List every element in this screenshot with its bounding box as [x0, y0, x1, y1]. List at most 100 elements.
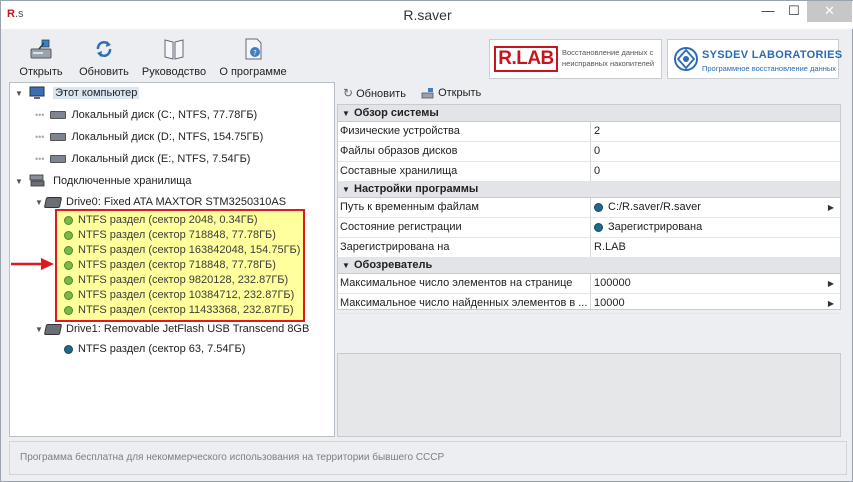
local-disk-icon [50, 155, 67, 164]
tree-item-label: Локальный диск (D:, NTFS, 154.75ГБ) [71, 131, 264, 143]
expand-arrow-icon[interactable]: ▶ [828, 294, 834, 313]
local-disk-icon [50, 111, 67, 120]
details-toolbar: ↻ Обновить Открыть [337, 83, 841, 103]
tree-item-connected-storages[interactable]: ▼ Подключенные хранилища [15, 172, 191, 190]
tree-item-local-disk-e[interactable]: ••• Локальный диск (E:, NTFS, 7.54ГБ) [35, 150, 250, 168]
section-title: Настройки программы [354, 183, 479, 195]
tree-item-drive1[interactable]: ▼ Drive1: Removable JetFlash USB Transcen… [35, 320, 309, 338]
property-key: Путь к временным файлам [340, 201, 479, 213]
computer-icon [29, 86, 45, 100]
partition-status-icon [64, 245, 73, 255]
sysdev-name: SYSDEV LABORATORIES [702, 49, 843, 61]
section-title: Обзор системы [354, 107, 439, 119]
rlab-logo-banner[interactable]: R.LAB Восстановление данных с неисправны… [489, 39, 662, 79]
rlab-brand-mark: R.LAB [494, 46, 558, 72]
property-value: 100000 [594, 277, 631, 289]
usb-drive-icon [43, 323, 63, 335]
tree-item-local-disk-c[interactable]: ••• Локальный диск (C:, NTFS, 77.78ГБ) [35, 106, 257, 124]
tree-item-this-computer[interactable]: ▼ Этот компьютер [15, 84, 140, 103]
section-explorer[interactable]: ▼ Обозреватель [338, 257, 840, 274]
property-value: 2 [594, 125, 601, 137]
temp-path-icon [594, 202, 603, 212]
tree-connector: ••• [35, 132, 45, 142]
close-button[interactable]: ✕ [807, 1, 852, 22]
property-value-text: Зарегистрирована [608, 221, 703, 233]
partition-item[interactable]: NTFS раздел (сектор 9820128, 232.87ГБ) [64, 273, 288, 288]
property-row[interactable]: Максимальное число найденных элементов в… [338, 294, 840, 314]
partition-item[interactable]: NTFS раздел (сектор 718848, 77.78ГБ) [64, 228, 276, 243]
minimize-button[interactable]: — [755, 1, 781, 22]
property-row[interactable]: Путь к временным файлам C:/R.saver/R.sav… [338, 198, 840, 218]
refresh-icon: ↻ [343, 86, 354, 100]
expand-arrow-icon[interactable]: ▶ [828, 198, 834, 217]
details-open-button[interactable]: Открыть [421, 85, 481, 101]
property-row[interactable]: Файлы образов дисков 0 [338, 142, 840, 162]
open-button-label: Открыть [19, 66, 63, 78]
refresh-button[interactable]: Обновить [73, 37, 135, 81]
tree-item-usb-partition[interactable]: NTFS раздел (сектор 63, 7.54ГБ) [64, 340, 245, 358]
partition-status-icon [64, 215, 73, 225]
hard-drive-icon [43, 196, 63, 208]
tree-item-label: NTFS раздел (сектор 63, 7.54ГБ) [78, 343, 246, 355]
local-disk-icon [50, 133, 67, 142]
partition-status-icon [64, 305, 73, 315]
tree-connector: ••• [35, 110, 45, 120]
open-drive-icon [30, 39, 52, 59]
section-program-settings[interactable]: ▼ Настройки программы [338, 181, 840, 198]
property-key: Состояние регистрации [340, 221, 462, 233]
partition-label: NTFS раздел (сектор 163842048, 154.75ГБ) [78, 244, 301, 256]
section-collapse-icon[interactable]: ▼ [338, 182, 354, 198]
property-value: 0 [594, 165, 601, 177]
section-collapse-icon[interactable]: ▼ [338, 106, 354, 122]
about-button[interactable]: ? О программе [215, 37, 291, 81]
tree-connector: ••• [35, 154, 45, 164]
tree-item-local-disk-d[interactable]: ••• Локальный диск (D:, NTFS, 154.75ГБ) [35, 128, 263, 146]
collapse-arrow-icon[interactable]: ▼ [35, 321, 45, 339]
partition-status-icon [64, 275, 73, 285]
collapse-arrow-icon[interactable]: ▼ [35, 194, 45, 212]
section-system-overview[interactable]: ▼ Обзор системы [338, 105, 840, 122]
guide-button-label: Руководство [141, 66, 207, 78]
property-key: Физические устройства [340, 125, 460, 137]
property-value: 10000 [594, 297, 625, 309]
property-value: C:/R.saver/R.saver [594, 198, 834, 217]
details-refresh-button[interactable]: ↻ Обновить [343, 85, 406, 101]
tree-item-label: Этот компьютер [53, 87, 140, 99]
partition-item[interactable]: NTFS раздел (сектор 718848, 77.78ГБ) [64, 258, 276, 273]
partition-label: NTFS раздел (сектор 11433368, 232.87ГБ) [78, 304, 294, 316]
partition-item[interactable]: NTFS раздел (сектор 163842048, 154.75ГБ) [64, 243, 300, 258]
property-key: Зарегистрирована на [340, 241, 450, 253]
property-row[interactable]: Физические устройства 2 [338, 122, 840, 142]
property-row[interactable]: Зарегистрирована на R.LAB [338, 238, 840, 258]
section-collapse-icon[interactable]: ▼ [338, 258, 354, 274]
tree-item-label: Локальный диск (E:, NTFS, 7.54ГБ) [71, 153, 251, 165]
partition-status-icon [64, 344, 73, 354]
partition-item[interactable]: NTFS раздел (сектор 2048, 0.34ГБ) [64, 213, 258, 228]
property-row[interactable]: Составные хранилища 0 [338, 162, 840, 182]
partition-item[interactable]: NTFS раздел (сектор 10384712, 232.87ГБ) [64, 288, 294, 303]
sysdev-tagline: Программное восстановление данных [702, 64, 837, 73]
sysdev-logo-banner[interactable]: SYSDEV LABORATORIES Программное восстано… [667, 39, 843, 79]
partition-label: NTFS раздел (сектор 2048, 0.34ГБ) [78, 214, 258, 226]
tree-item-label: Подключенные хранилища [53, 175, 192, 187]
storage-stack-icon [29, 174, 45, 187]
open-button[interactable]: Открыть [13, 37, 69, 81]
collapse-arrow-icon[interactable]: ▼ [15, 173, 25, 191]
property-row[interactable]: Состояние регистрации Зарегистрирована [338, 218, 840, 238]
guide-button[interactable]: Руководство [137, 37, 211, 81]
refresh-icon [96, 41, 112, 57]
partition-item[interactable]: NTFS раздел (сектор 11433368, 232.87ГБ) [64, 303, 293, 318]
partition-label: NTFS раздел (сектор 9820128, 232.87ГБ) [78, 274, 289, 286]
tree-item-label: Локальный диск (C:, NTFS, 77.78ГБ) [71, 109, 258, 121]
section-title: Обозреватель [354, 259, 433, 271]
expand-arrow-icon[interactable]: ▶ [828, 274, 834, 293]
property-key: Максимальное число элементов на странице [340, 277, 573, 289]
about-button-label: О программе [219, 66, 287, 78]
collapse-arrow-icon[interactable]: ▼ [15, 85, 25, 103]
svg-text:?: ? [253, 49, 257, 57]
properties-grid: ▼ Обзор системы Физические устройства 2 Ф… [337, 104, 841, 314]
property-key: Файлы образов дисков [340, 145, 458, 157]
property-row[interactable]: Максимальное число элементов на странице… [338, 274, 840, 294]
maximize-button[interactable]: ☐ [781, 1, 807, 22]
property-value: Зарегистрирована [594, 218, 834, 237]
